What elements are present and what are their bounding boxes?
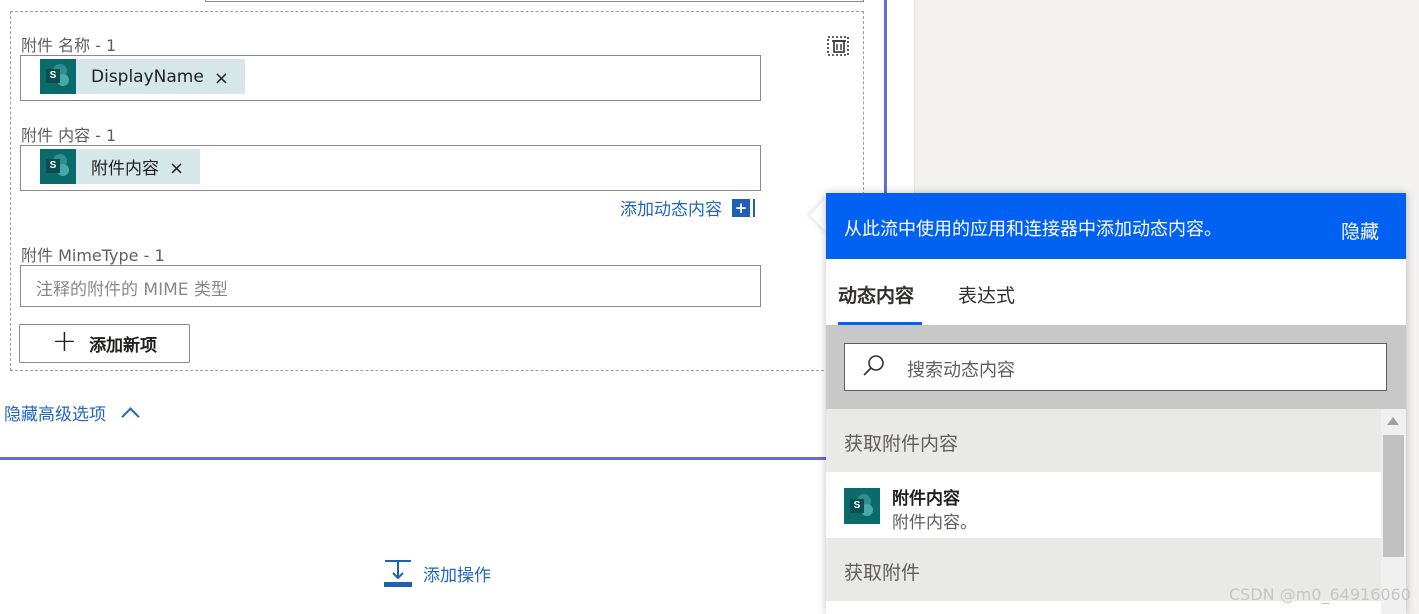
search-icon bbox=[863, 355, 884, 376]
flyout-header: 从此流中使用的应用和连接器中添加动态内容。 隐藏 bbox=[826, 193, 1406, 259]
tab-expression[interactable]: 表达式 bbox=[958, 281, 1015, 308]
search-area: 搜索动态内容 bbox=[826, 325, 1406, 409]
tab-dynamic-content[interactable]: 动态内容 bbox=[838, 281, 914, 308]
scroll-thumb[interactable] bbox=[1383, 435, 1404, 557]
attachment-content-label: 附件 内容 - 1 bbox=[21, 126, 117, 145]
mimetype-field[interactable]: 注释的附件的 MIME 类型 bbox=[20, 265, 761, 307]
flyout-header-text: 从此流中使用的应用和连接器中添加动态内容。 bbox=[844, 219, 1222, 240]
search-placeholder: 搜索动态内容 bbox=[907, 360, 1015, 381]
list-item[interactable]: S 附件内容 附件内容。 bbox=[826, 472, 1381, 538]
add-dynamic-content-label: 添加动态内容 bbox=[620, 200, 722, 220]
token-label: 附件内容 bbox=[91, 159, 159, 179]
group-title: 获取附件内容 bbox=[844, 433, 959, 455]
attachment-content-field[interactable]: S 附件内容 × bbox=[20, 145, 761, 191]
sharepoint-icon: S bbox=[40, 59, 76, 94]
plus-icon: + bbox=[732, 198, 750, 217]
dynamic-content-flyout: 从此流中使用的应用和连接器中添加动态内容。 隐藏 动态内容 表达式 搜索动态内容… bbox=[826, 193, 1406, 614]
add-action-label: 添加操作 bbox=[423, 565, 491, 586]
sharepoint-icon: S bbox=[844, 488, 880, 524]
delete-item-icon[interactable] bbox=[826, 33, 850, 57]
remove-token-icon[interactable]: × bbox=[169, 158, 200, 179]
flyout-pointer bbox=[810, 197, 827, 233]
plus-icon: + bbox=[51, 324, 78, 359]
mimetype-label: 附件 MimeType - 1 bbox=[21, 246, 165, 265]
token-label: DisplayName bbox=[91, 66, 204, 87]
item-description: 附件内容。 bbox=[892, 513, 977, 533]
dynamic-content-list: 获取附件内容 S 附件内容 附件内容。 获取附件 bbox=[826, 409, 1381, 614]
flyout-tabs: 动态内容 表达式 bbox=[826, 259, 1406, 325]
attachment-content-token[interactable]: S 附件内容 × bbox=[40, 149, 201, 184]
previous-input-field[interactable] bbox=[205, 0, 864, 2]
hide-advanced-label: 隐藏高级选项 bbox=[4, 405, 106, 425]
displayname-token[interactable]: S DisplayName × bbox=[40, 59, 245, 94]
attachment-name-label: 附件 名称 - 1 bbox=[21, 36, 117, 55]
group-title: 获取附件 bbox=[844, 562, 921, 584]
scroll-up-arrow-icon[interactable] bbox=[1387, 417, 1399, 425]
group-header[interactable]: 获取附件内容 bbox=[826, 409, 1381, 472]
add-dynamic-content-link[interactable]: 添加动态内容 + bbox=[620, 195, 755, 220]
search-input[interactable]: 搜索动态内容 bbox=[844, 343, 1387, 391]
mimetype-placeholder: 注释的附件的 MIME 类型 bbox=[36, 280, 228, 300]
add-action-icon bbox=[384, 560, 412, 587]
add-action-button[interactable]: 添加操作 bbox=[383, 558, 491, 588]
item-title: 附件内容 bbox=[892, 489, 960, 509]
sharepoint-icon: S bbox=[40, 149, 76, 184]
flyout-hide-button[interactable]: 隐藏 bbox=[1341, 217, 1379, 244]
add-new-item-button[interactable]: + 添加新项 bbox=[19, 324, 190, 363]
remove-token-icon[interactable]: × bbox=[214, 68, 245, 89]
chevron-up-icon bbox=[121, 406, 140, 426]
attachment-name-field[interactable]: S DisplayName × bbox=[20, 55, 761, 101]
hide-advanced-options-link[interactable]: 隐藏高级选项 bbox=[4, 400, 140, 426]
watermark: CSDN @m0_64916060 bbox=[1229, 585, 1411, 604]
action-card: 附件 名称 - 1 S DisplayName × 附件 内容 - 1 S 附件… bbox=[0, 0, 887, 460]
list-scrollbar[interactable] bbox=[1381, 409, 1406, 614]
add-new-item-label: 添加新项 bbox=[89, 336, 158, 356]
